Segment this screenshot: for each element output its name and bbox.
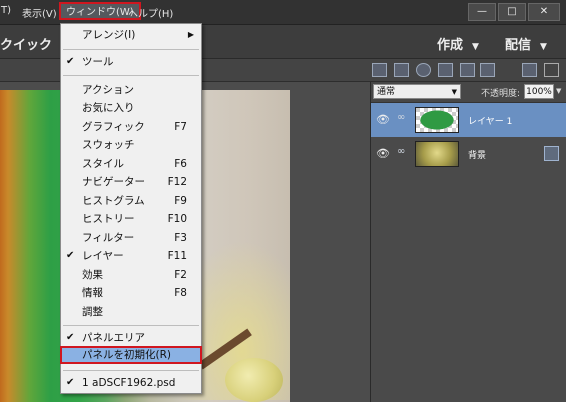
menu-item-shortcut: F8 [174,287,187,299]
lock-transparency-icon[interactable] [460,63,475,77]
menu-help[interactable]: ヘルプ(H) [128,5,173,20]
menu-item-shortcut: F9 [174,195,187,207]
chevron-down-icon: ▼ [451,88,457,96]
menu-separator [63,75,199,76]
menu-item-histogram[interactable]: ヒストグラム F9 [61,192,201,210]
new-layer-icon[interactable] [372,63,387,77]
opacity-input[interactable]: 100% [524,84,554,99]
menu-item-shortcut: F3 [174,232,187,244]
window-menu-dropdown: アレンジ(I) ▶ ✔ ツール アクション お気に入り グラフィック F7 スウ… [60,23,202,394]
menu-item-shortcut: F12 [167,176,187,188]
menu-item-effects[interactable]: 効果 F2 [61,266,201,284]
menu-item-label: ヒストグラム [82,195,145,207]
layer-mask-icon[interactable] [438,63,453,77]
share-button[interactable]: 配信 ▼ [505,34,547,53]
menu-item-shortcut: F6 [174,158,187,170]
menu-item-label: グラフィック [82,121,145,133]
panel-menu-icon[interactable] [544,63,559,77]
menu-item-swatches[interactable]: スウォッチ [61,136,201,154]
chevron-down-icon: ▼ [540,42,547,52]
menu-item-graphics[interactable]: グラフィック F7 [61,118,201,136]
menu-item-label: 調整 [82,306,103,318]
layer-name: レイヤー 1 [468,117,513,127]
menu-item-favorites[interactable]: お気に入り [61,99,201,117]
menu-item-label: お気に入り [82,102,135,114]
menu-item-filters[interactable]: フィルター F3 [61,229,201,247]
menu-item-label: ナビゲーター [82,176,145,188]
chevron-down-icon: ▼ [472,42,479,52]
opacity-label: 不透明度: [481,89,521,99]
link-icon[interactable]: ∞ [397,112,405,123]
link-icon[interactable]: ∞ [397,146,405,157]
menu-item-history[interactable]: ヒストリー F10 [61,210,201,228]
menu-item-reset-panels[interactable]: パネルを初期化(R) [60,346,202,364]
menu-item-label: アレンジ(I) [82,29,136,41]
maximize-button[interactable]: □ [498,3,526,21]
menu-item-adjustments[interactable]: 調整 [61,303,201,321]
check-icon: ✔ [66,377,75,388]
menu-item-label: ヒストリー [82,213,135,225]
menu-item-info[interactable]: 情報 F8 [61,284,201,302]
new-group-icon[interactable] [394,63,409,77]
layers-panel: 通常 ▼ 不透明度: 100% ▼ 👁 ∞ レイヤー 1 👁 ∞ 背景 [370,82,566,402]
layers-panel-header: 通常 ▼ 不透明度: 100% ▼ [371,82,566,103]
photo-flower [225,358,283,402]
menu-item-arrange[interactable]: アレンジ(I) ▶ [61,26,201,44]
menu-partial-item[interactable]: T) [1,5,11,16]
menu-item-label: スタイル [82,158,124,170]
menu-item-label: ツール [82,56,114,68]
lock-icon[interactable] [544,146,559,161]
close-button[interactable]: ✕ [528,3,560,21]
menu-item-label: レイヤー [82,250,124,262]
trash-icon[interactable] [522,63,537,77]
layer-thumbnail [415,107,459,133]
menu-item-shortcut: F10 [167,213,187,225]
menu-item-shortcut: F7 [174,121,187,133]
check-icon: ✔ [66,56,75,67]
lock-all-icon[interactable] [480,63,495,77]
quick-mode-tab[interactable]: クイック [0,34,52,53]
create-label: 作成 [437,38,464,53]
menu-item-shortcut: F11 [167,250,187,262]
layer-name: 背景 [468,151,487,161]
adjustment-layer-icon[interactable] [416,63,431,77]
menu-item-label: 1 aDSCF1962.psd [82,377,176,389]
menu-item-label: パネルを初期化(R) [82,349,171,361]
check-icon: ✔ [66,332,75,343]
layer-thumbnail [415,141,459,167]
menu-item-label: 効果 [82,269,103,281]
menu-bar: T) 表示(V) ウィンドウ(W) ヘルプ(H) — □ ✕ [0,0,566,25]
menu-item-label: スウォッチ [82,139,135,151]
menu-item-shortcut: F2 [174,269,187,281]
menu-item-tools[interactable]: ✔ ツール [61,53,201,71]
menu-separator [63,49,199,50]
menu-item-label: フィルター [82,232,135,244]
menu-item-label: 情報 [82,287,103,299]
eye-icon[interactable]: 👁 [376,147,390,160]
layer-row-layer1[interactable]: 👁 ∞ レイヤー 1 [371,103,566,137]
create-button[interactable]: 作成 ▼ [437,34,479,53]
check-icon: ✔ [66,250,75,261]
blend-mode-value: 通常 [377,87,396,97]
menu-item-styles[interactable]: スタイル F6 [61,155,201,173]
menu-item-panel-area[interactable]: ✔ パネルエリア [61,329,201,347]
menu-item-navigator[interactable]: ナビゲーター F12 [61,173,201,191]
menu-item-recent-file[interactable]: ✔ 1 aDSCF1962.psd [61,374,201,392]
window-controls: — □ ✕ [468,3,560,21]
minimize-button[interactable]: — [468,3,496,21]
blend-mode-select[interactable]: 通常 ▼ [373,84,461,99]
share-label: 配信 [505,38,532,53]
menu-item-label: アクション [82,84,134,96]
chevron-down-icon[interactable]: ▼ [556,87,561,95]
menu-separator [63,370,199,371]
menu-separator [63,325,199,326]
eye-icon[interactable]: 👁 [376,113,390,126]
menu-item-actions[interactable]: アクション [61,81,201,99]
menu-item-layers[interactable]: ✔ レイヤー F11 [61,247,201,265]
menu-item-label: パネルエリア [82,332,145,344]
submenu-arrow-icon: ▶ [187,30,194,39]
layer-row-background[interactable]: 👁 ∞ 背景 [371,137,566,171]
menu-view[interactable]: 表示(V) [22,5,57,20]
